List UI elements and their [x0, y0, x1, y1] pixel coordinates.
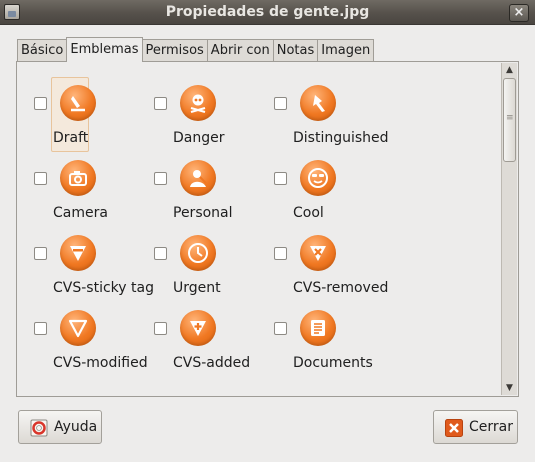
emblem-item-draft[interactable]: Draft — [34, 67, 154, 152]
close-button[interactable]: Cerrar — [433, 410, 518, 444]
cvs-modified-icon — [60, 310, 96, 346]
help-button-label: Ayuda — [54, 419, 98, 435]
emblem-label: CVS-added — [173, 355, 251, 371]
emblem-item-documents[interactable]: Documents — [274, 292, 394, 371]
emblem-item-urgent[interactable]: Urgent — [154, 217, 274, 296]
cvs-added-icon — [180, 310, 216, 346]
tab-basico[interactable]: Básico — [17, 39, 67, 62]
tab-emblemas[interactable]: Emblemas — [66, 37, 143, 62]
emblem-checkbox-camera[interactable] — [34, 172, 47, 185]
emblem-item-cvs-modified[interactable]: CVS-modified — [34, 292, 154, 371]
vertical-scrollbar[interactable]: ▲ ▼ — [501, 63, 517, 395]
tab-bar: Básico Emblemas Permisos Abrir con Notas… — [17, 37, 375, 62]
urgent-icon — [180, 235, 216, 271]
emblem-item-personal[interactable]: Personal — [154, 142, 274, 221]
emblem-item-distinguished[interactable]: Distinguished — [274, 67, 394, 146]
emblem-checkbox-documents[interactable] — [274, 322, 287, 335]
emblem-item-cvs-sticky-tag[interactable]: CVS-sticky tag — [34, 217, 154, 296]
emblem-checkbox-personal[interactable] — [154, 172, 167, 185]
emblems-panel: Draft Danger Distinguished Camera Person… — [16, 61, 519, 397]
window-close-button[interactable]: × — [509, 4, 529, 22]
emblem-item-camera[interactable]: Camera — [34, 142, 154, 221]
danger-icon — [180, 85, 216, 121]
cvs-sticky-tag-icon — [60, 235, 96, 271]
tab-permisos[interactable]: Permisos — [142, 39, 207, 62]
window-title: Propiedades de gente.jpg — [165, 4, 370, 20]
emblem-item-cvs-added[interactable]: CVS-added — [154, 292, 274, 371]
help-lifebuoy-icon — [30, 419, 48, 437]
emblem-checkbox-danger[interactable] — [154, 97, 167, 110]
title-bar: Propiedades de gente.jpg × — [0, 0, 535, 25]
emblem-checkbox-cvs-sticky-tag[interactable] — [34, 247, 47, 260]
draft-icon — [60, 85, 96, 121]
emblem-checkbox-draft[interactable] — [34, 97, 47, 110]
personal-icon — [180, 160, 216, 196]
tab-imagen[interactable]: Imagen — [317, 39, 375, 62]
emblem-item-cvs-removed[interactable]: CVS-removed — [274, 217, 394, 296]
emblem-checkbox-cool[interactable] — [274, 172, 287, 185]
camera-icon — [60, 160, 96, 196]
emblem-checkbox-cvs-added[interactable] — [154, 322, 167, 335]
emblem-checkbox-cvs-modified[interactable] — [34, 322, 47, 335]
documents-icon — [300, 310, 336, 346]
help-button[interactable]: Ayuda — [18, 410, 102, 444]
emblem-grid: Draft Danger Distinguished Camera Person… — [18, 63, 501, 395]
emblem-item-danger[interactable]: Danger — [154, 67, 274, 146]
emblem-label: CVS-modified — [53, 355, 148, 371]
cool-icon — [300, 160, 336, 196]
cvs-removed-icon — [300, 235, 336, 271]
emblem-checkbox-cvs-removed[interactable] — [274, 247, 287, 260]
close-x-icon — [445, 419, 463, 437]
emblem-checkbox-distinguished[interactable] — [274, 97, 287, 110]
scroll-down-arrow-icon[interactable]: ▼ — [502, 381, 517, 395]
emblem-checkbox-urgent[interactable] — [154, 247, 167, 260]
emblem-item-cool[interactable]: Cool — [274, 142, 394, 221]
distinguished-icon — [300, 85, 336, 121]
emblem-label: Documents — [293, 355, 373, 371]
tab-abrir-con[interactable]: Abrir con — [206, 39, 273, 62]
scroll-thumb[interactable] — [503, 78, 516, 162]
close-button-label: Cerrar — [469, 419, 513, 435]
tab-notas[interactable]: Notas — [272, 39, 318, 62]
scroll-up-arrow-icon[interactable]: ▲ — [502, 63, 517, 77]
